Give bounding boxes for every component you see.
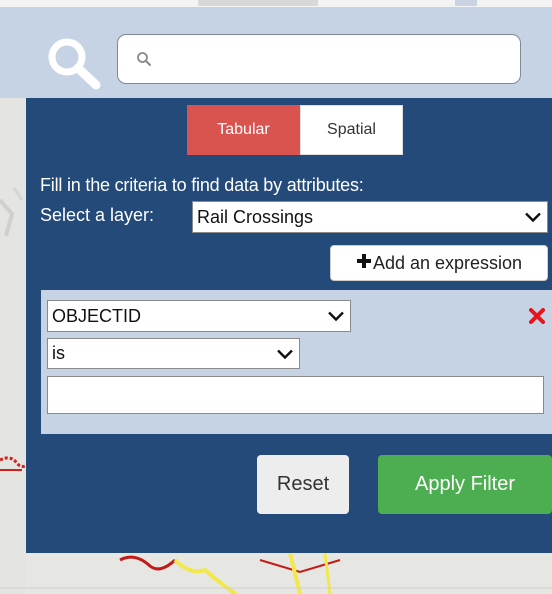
add-expression-button[interactable]: Add an expression [330, 245, 548, 281]
search-icon[interactable] [45, 37, 103, 96]
search-bar [0, 7, 552, 98]
chevron-down-icon [277, 343, 293, 364]
tab-spatial[interactable]: Spatial [300, 105, 403, 155]
chevron-down-icon [328, 306, 344, 327]
filter-instructions: Fill in the criteria to find data by att… [40, 175, 364, 195]
layer-select-value: Rail Crossings [197, 206, 314, 227]
search-text-field[interactable] [162, 45, 506, 75]
attribute-filter-panel: Tabular Spatial Fill in the criteria to … [26, 98, 552, 553]
toolbar-icon-fragment [455, 0, 477, 6]
layer-select-label: Select a layer: [40, 205, 155, 225]
expression-row: OBJECTID is [41, 290, 552, 434]
apply-filter-button[interactable]: Apply Filter [378, 455, 552, 514]
toolbar-fragment [198, 0, 318, 6]
top-toolbar-strip [0, 0, 552, 7]
layer-select[interactable]: Rail Crossings [192, 201, 548, 233]
operator-select[interactable]: is [47, 338, 300, 369]
add-expression-label: Add an expression [372, 252, 523, 273]
search-icon [136, 51, 152, 72]
field-select[interactable]: OBJECTID [47, 300, 351, 332]
filter-tabs: Tabular Spatial [187, 105, 403, 155]
search-input[interactable] [117, 34, 521, 84]
remove-expression-icon[interactable] [529, 308, 545, 329]
tab-tabular[interactable]: Tabular [187, 105, 300, 155]
reset-button[interactable]: Reset [257, 455, 349, 514]
field-select-value: OBJECTID [52, 305, 142, 326]
chevron-down-icon [525, 207, 541, 228]
operator-select-value: is [52, 343, 65, 363]
expression-value-input[interactable] [47, 376, 544, 414]
plus-icon [356, 253, 372, 273]
